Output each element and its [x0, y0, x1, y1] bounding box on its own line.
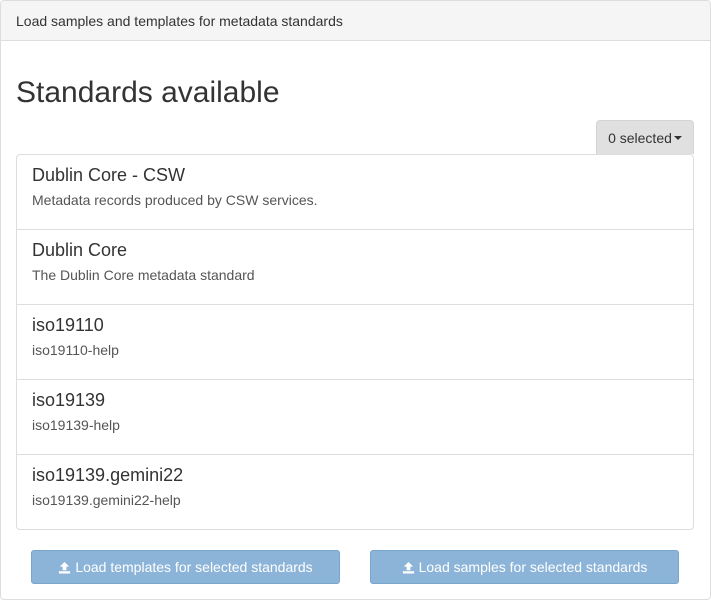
selection-count-label: 0 selected	[608, 129, 672, 146]
upload-icon	[59, 561, 71, 574]
load-templates-label: Load templates for selected standards	[75, 559, 313, 575]
load-templates-button[interactable]: Load templates for selected standards	[31, 550, 340, 584]
standard-name: iso19110	[32, 315, 104, 335]
standard-name: Dublin Core	[32, 240, 128, 260]
list-item[interactable]: Dublin Core The Dublin Core metadata sta…	[17, 230, 693, 305]
standard-description: Metadata records produced by CSW service…	[32, 192, 318, 208]
list-item[interactable]: iso19139.gemini22 iso19139.gemini22-help	[17, 455, 693, 529]
standards-list: Dublin Core - CSW Metadata records produ…	[16, 154, 694, 530]
panel-heading: Load samples and templates for metadata …	[1, 1, 710, 41]
list-item[interactable]: Dublin Core - CSW Metadata records produ…	[17, 155, 693, 230]
standard-name: Dublin Core - CSW	[32, 165, 186, 185]
standard-description: iso19139-help	[32, 417, 120, 433]
selection-dropdown-button[interactable]: 0 selected	[596, 120, 694, 154]
load-samples-label: Load samples for selected standards	[418, 559, 648, 575]
load-samples-button[interactable]: Load samples for selected standards	[370, 550, 679, 584]
page-title: Standards available	[16, 76, 280, 109]
upload-icon	[402, 561, 414, 574]
list-item[interactable]: iso19110 iso19110-help	[17, 305, 693, 380]
standards-panel: Load samples and templates for metadata …	[0, 0, 711, 600]
standard-description: iso19110-help	[32, 342, 119, 358]
standard-name: iso19139	[32, 390, 106, 410]
standard-name: iso19139.gemini22	[32, 465, 184, 485]
standard-description: iso19139.gemini22-help	[32, 492, 181, 508]
list-item[interactable]: iso19139 iso19139-help	[17, 380, 693, 455]
caret-down-icon	[673, 135, 682, 140]
standard-description: The Dublin Core metadata standard	[32, 267, 255, 283]
